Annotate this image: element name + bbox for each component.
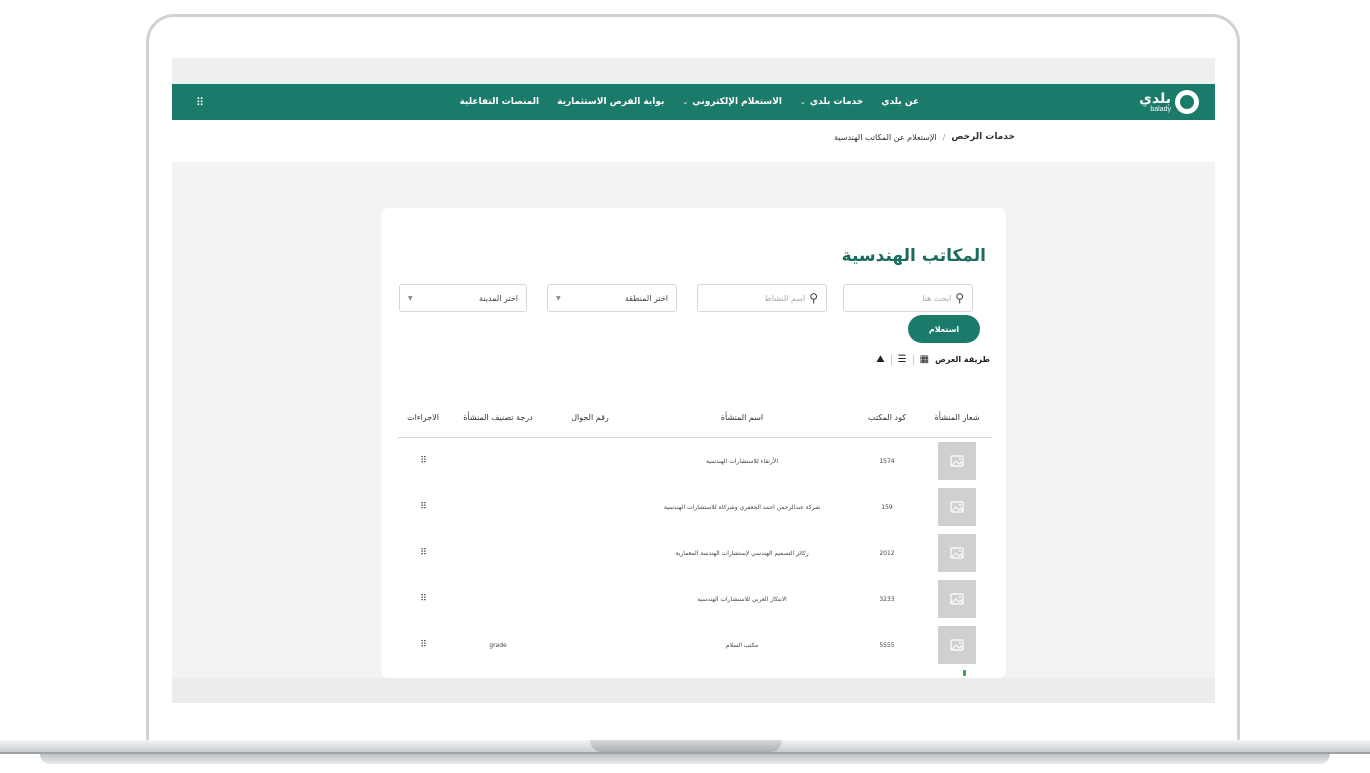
region-select-label: اختر المنطقة (624, 293, 668, 303)
nav-item-platforms[interactable]: المنصات التفاعلية (460, 97, 540, 107)
nav-item-label: الاستعلام الإلكتروني (692, 97, 783, 107)
footer-strip (172, 678, 1215, 703)
name-cell: ركائز التصميم الهندسي لإستشارات الهندسة … (675, 549, 809, 557)
balady-logo-icon (1175, 90, 1199, 114)
activity-field[interactable]: ⚲ (697, 284, 827, 312)
top-navbar: بلدي balady عن بلدي خدمات بلدي ⌄ الاستعل… (172, 84, 1215, 120)
name-cell: الابتكار العربي للاستشارات الهندسية (697, 595, 787, 603)
table-row: 1574 الأرتقاء للاستشارات الهندسية ⠿ (398, 438, 992, 484)
grade-cell: grade (489, 641, 507, 649)
balady-logo[interactable]: بلدي balady (1139, 90, 1199, 114)
code-cell: 2012 (879, 549, 895, 557)
laptop-base-bottom (40, 754, 1330, 764)
view-mode-bar: طريقة العرض ▦ ☰ ⛰ (876, 354, 990, 365)
actions-cell: ⠿ (398, 594, 448, 604)
search-field[interactable]: ⚲ (843, 284, 973, 312)
code-cell: 5555 (879, 641, 895, 649)
apps-grid-icon[interactable]: ⠿ (196, 96, 204, 109)
nav-menu: عن بلدي خدمات بلدي ⌄ الاستعلام الإلكترون… (460, 97, 920, 107)
image-placeholder-icon (938, 626, 976, 664)
header-name: اسم المنشأة (720, 413, 764, 422)
logo-cell (922, 488, 992, 526)
nav-item-services[interactable]: خدمات بلدي ⌄ (800, 97, 863, 107)
actions-menu-icon[interactable]: ⠿ (420, 548, 427, 558)
query-button[interactable]: استعلام (908, 315, 980, 343)
breadcrumb-separator: / (942, 132, 946, 142)
actions-menu-icon[interactable]: ⠿ (420, 640, 427, 650)
actions-menu-icon[interactable]: ⠿ (420, 502, 427, 512)
logo-text-en: balady (1150, 105, 1171, 113)
name-cell: الأرتقاء للاستشارات الهندسية (705, 457, 779, 465)
search-icon: ⚲ (809, 291, 818, 305)
view-mode-label: طريقة العرض (935, 355, 990, 364)
header-code: كود المكتب (867, 413, 907, 422)
table-header: شعار المنشأة كود المكتب اسم المنشأة رقم … (398, 398, 992, 438)
image-placeholder-icon (938, 442, 976, 480)
city-select[interactable]: اختر المدينة ▼ (399, 284, 527, 312)
page-title: المكاتب الهندسية (841, 246, 986, 266)
code-cell: 1574 (879, 457, 895, 465)
caret-down-icon: ▼ (408, 294, 413, 302)
code-cell: 159 (881, 503, 893, 511)
region-select[interactable]: اختر المنطقة ▼ (547, 284, 677, 312)
image-placeholder-icon (938, 580, 976, 618)
breadcrumb-root[interactable]: خدمات الرخص (951, 132, 1015, 142)
actions-menu-icon[interactable]: ⠿ (420, 594, 427, 604)
table-view-icon[interactable]: ▦ (920, 354, 929, 365)
name-cell: شركة عبدالرحمن احمد الجعفري وشركاه للاست… (663, 503, 821, 511)
chevron-down-icon: ⌄ (682, 98, 689, 106)
map-view-icon[interactable]: ⛰ (876, 354, 884, 365)
search-input[interactable] (861, 293, 952, 303)
list-view-icon[interactable]: ☰ (898, 354, 907, 365)
table-row: 159 شركة عبدالرحمن احمد الجعفري وشركاه ل… (398, 484, 992, 530)
chevron-down-icon: ⌄ (800, 98, 806, 106)
offices-table: شعار المنشأة كود المكتب اسم المنشأة رقم … (398, 398, 992, 668)
logo-text-ar: بلدي (1139, 90, 1171, 107)
actions-cell: ⠿ (398, 456, 448, 466)
nav-item-investment[interactable]: بوابة الفرص الاستثمارية (557, 97, 664, 107)
scroll-indicator (963, 670, 966, 676)
offices-card: المكاتب الهندسية ⚲ ⚲ اختر المنطقة ▼ اختر… (381, 208, 1006, 678)
name-cell: مكتب السلام (725, 641, 759, 649)
nav-item-about[interactable]: عن بلدي (881, 97, 919, 107)
table-row: 2012 ركائز التصميم الهندسي لإستشارات اله… (398, 530, 992, 576)
logo-cell (922, 626, 992, 664)
logo-cell (922, 580, 992, 618)
code-cell: 3233 (879, 595, 895, 603)
header-actions: الاجراءات (407, 413, 439, 422)
header-grade: درجة تصنيف المنشأة (463, 413, 533, 422)
breadcrumb-bar: خدمات الرخص / الإستعلام عن المكاتب الهند… (172, 120, 1215, 162)
divider (912, 354, 914, 365)
search-icon: ⚲ (955, 291, 964, 305)
breadcrumb-current: الإستعلام عن المكاتب الهندسية (834, 132, 937, 142)
table-row: 3233 الابتكار العربي للاستشارات الهندسية… (398, 576, 992, 622)
nav-item-label: المنصات التفاعلية (459, 97, 540, 107)
image-placeholder-icon (938, 488, 976, 526)
nav-item-e-inquiry[interactable]: الاستعلام الإلكتروني ⌄ (682, 97, 782, 107)
divider (890, 354, 892, 365)
laptop-notch (590, 740, 782, 752)
actions-menu-icon[interactable]: ⠿ (420, 456, 427, 466)
image-placeholder-icon (938, 534, 976, 572)
browser-top-strip (172, 58, 1215, 84)
nav-item-label: خدمات بلدي (809, 97, 864, 107)
actions-cell: ⠿ (398, 640, 448, 650)
activity-input[interactable] (715, 293, 806, 303)
logo-cell (922, 442, 992, 480)
header-phone: رقم الجوال (571, 413, 609, 422)
breadcrumb: خدمات الرخص / الإستعلام عن المكاتب الهند… (834, 132, 1015, 142)
browser-screen: بلدي balady عن بلدي خدمات بلدي ⌄ الاستعل… (172, 58, 1215, 703)
actions-cell: ⠿ (398, 502, 448, 512)
table-row: 5555 مكتب السلام grade ⠿ (398, 622, 992, 668)
logo-cell (922, 534, 992, 572)
actions-cell: ⠿ (398, 548, 448, 558)
header-logo: شعار المنشأة (934, 413, 980, 422)
nav-item-label: بوابة الفرص الاستثمارية (557, 97, 665, 107)
nav-item-label: عن بلدي (881, 97, 920, 107)
city-select-label: اختر المدينة (479, 293, 518, 303)
caret-down-icon: ▼ (556, 294, 561, 302)
